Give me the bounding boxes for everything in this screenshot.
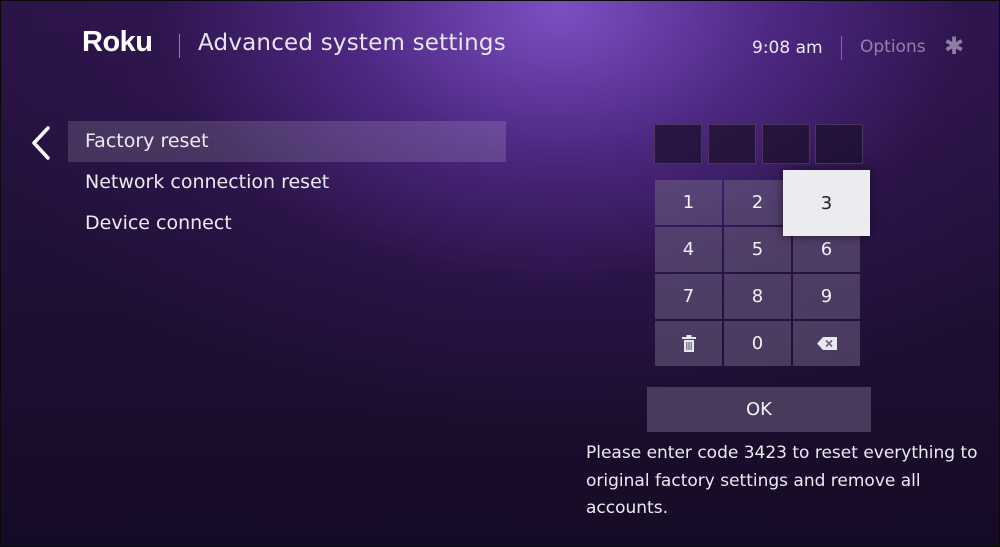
key-backspace[interactable] <box>793 321 860 366</box>
key-1[interactable]: 1 <box>655 180 722 225</box>
key-8[interactable]: 8 <box>724 274 791 319</box>
code-entry <box>654 124 864 164</box>
menu-item-network-connection-reset[interactable]: Network connection reset <box>68 162 506 203</box>
key-2[interactable]: 2 <box>724 180 791 225</box>
page-title: Advanced system settings <box>198 30 506 56</box>
back-arrow-icon[interactable] <box>30 125 52 161</box>
menu-item-device-connect[interactable]: Device connect <box>68 203 506 244</box>
key-3[interactable]: 3 <box>783 170 870 236</box>
ok-button[interactable]: OK <box>647 387 871 432</box>
star-icon[interactable]: ✱ <box>944 34 964 58</box>
options-label[interactable]: Options <box>860 37 926 57</box>
code-digit-box <box>654 124 702 164</box>
key-7[interactable]: 7 <box>655 274 722 319</box>
settings-menu: Factory reset Network connection reset D… <box>68 121 506 244</box>
reset-instructions: Please enter code 3423 to reset everythi… <box>586 443 978 518</box>
code-digit-box <box>708 124 756 164</box>
key-4[interactable]: 4 <box>655 227 722 272</box>
code-digit-box <box>762 124 810 164</box>
key-0[interactable]: 0 <box>724 321 791 366</box>
roku-screen: Roku Advanced system settings 9:08 am Op… <box>0 0 1000 547</box>
trash-icon <box>681 335 696 352</box>
menu-item-factory-reset[interactable]: Factory reset <box>68 121 506 162</box>
number-keypad: 1 2 3 4 5 6 7 8 9 0 <box>655 170 870 368</box>
key-9[interactable]: 9 <box>793 274 860 319</box>
clock: 9:08 am <box>752 38 823 58</box>
backspace-icon <box>816 337 837 350</box>
header-divider-right <box>841 36 842 60</box>
key-5[interactable]: 5 <box>724 227 791 272</box>
code-digit-box <box>815 124 863 164</box>
key-clear[interactable] <box>655 321 722 366</box>
roku-logo: Roku <box>82 26 153 58</box>
header-divider <box>179 34 180 58</box>
